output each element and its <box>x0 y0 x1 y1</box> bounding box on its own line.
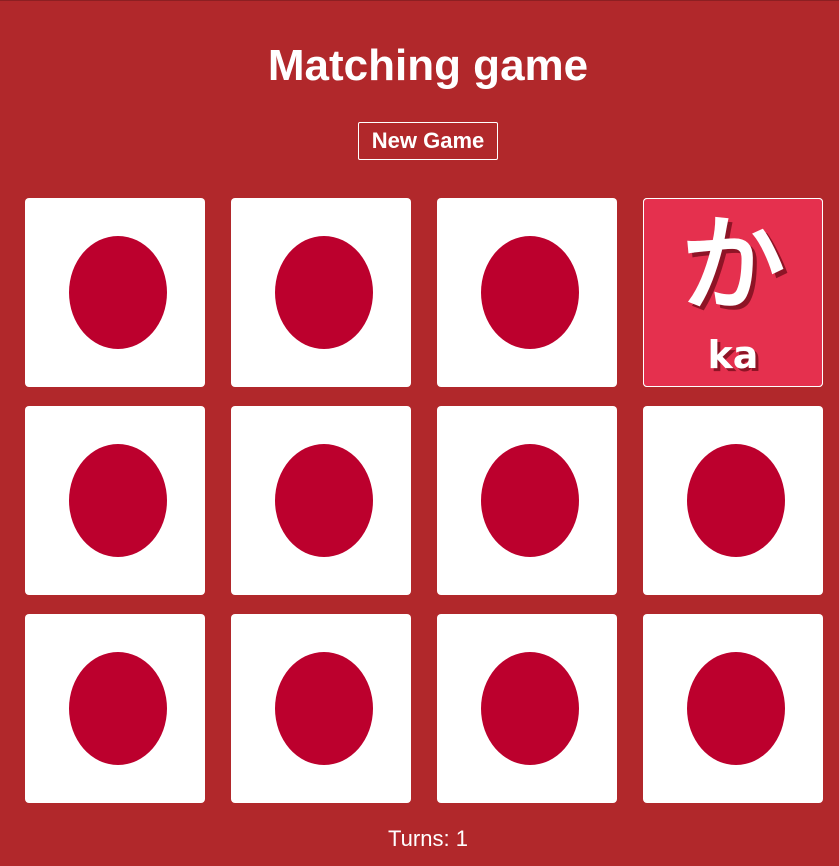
red-circle-icon <box>481 652 579 765</box>
card-back <box>643 614 823 803</box>
card-grid: か ka <box>25 198 823 803</box>
card-back <box>437 614 617 803</box>
card[interactable] <box>231 198 411 387</box>
card-romaji: ka <box>707 333 759 377</box>
card-back <box>231 406 411 595</box>
card[interactable]: か ka <box>643 198 823 387</box>
card-face: か ka <box>643 198 823 387</box>
card-back <box>231 198 411 387</box>
card-back <box>437 198 617 387</box>
card[interactable] <box>231 614 411 803</box>
card-back <box>643 406 823 595</box>
card[interactable] <box>437 198 617 387</box>
turns-counter: Turns: 1 <box>388 826 468 851</box>
card-back <box>25 614 205 803</box>
red-circle-icon <box>275 236 373 349</box>
card[interactable] <box>643 406 823 595</box>
new-game-button[interactable]: New Game <box>358 122 498 160</box>
card-back <box>25 198 205 387</box>
card[interactable] <box>25 198 205 387</box>
card[interactable] <box>25 614 205 803</box>
red-circle-icon <box>481 236 579 349</box>
red-circle-icon <box>687 652 785 765</box>
card[interactable] <box>25 406 205 595</box>
red-circle-icon <box>69 444 167 557</box>
card-kana: か <box>680 204 785 326</box>
card[interactable] <box>231 406 411 595</box>
red-circle-icon <box>69 236 167 349</box>
red-circle-icon <box>275 444 373 557</box>
card-back <box>437 406 617 595</box>
page-title: Matching game <box>267 41 589 90</box>
card-back <box>231 614 411 803</box>
red-circle-icon <box>69 652 167 765</box>
card-back <box>25 406 205 595</box>
card[interactable] <box>437 614 617 803</box>
red-circle-icon <box>481 444 579 557</box>
red-circle-icon <box>687 444 785 557</box>
red-circle-icon <box>275 652 373 765</box>
card[interactable] <box>437 406 617 595</box>
card[interactable] <box>643 614 823 803</box>
